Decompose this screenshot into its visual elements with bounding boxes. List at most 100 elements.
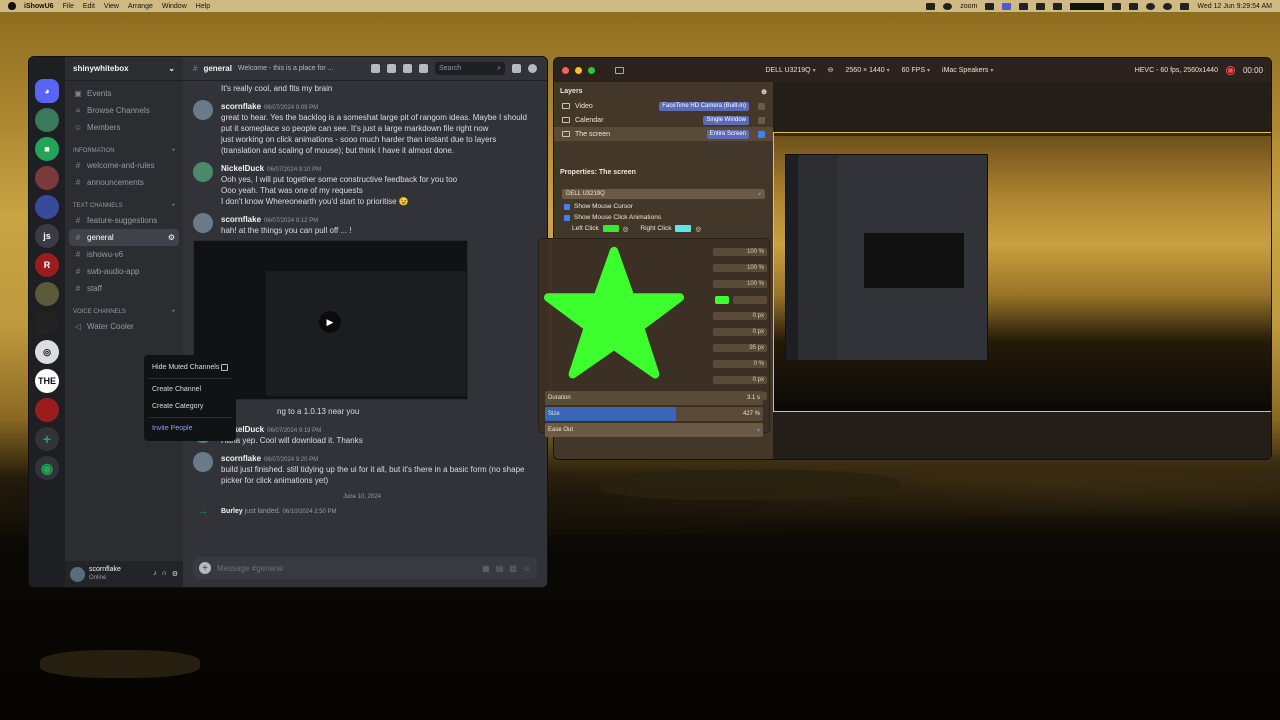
inbox-icon[interactable] <box>512 64 521 73</box>
channel-swb-audio-app[interactable]: # swb-audio-app <box>65 263 183 280</box>
members-link[interactable]: ☺ Members <box>65 119 183 136</box>
display-dropdown[interactable]: DELL U3219Q <box>765 67 815 74</box>
channel-topic[interactable]: Welcome - this is a place for ... <box>238 65 334 72</box>
color-chip[interactable] <box>715 296 729 304</box>
category-voice-channels[interactable]: VOICE CHANNELS + <box>65 297 183 318</box>
control-center-icon[interactable] <box>1180 2 1190 10</box>
shape-icon[interactable]: ◎ <box>623 225 629 233</box>
server-the[interactable]: THE <box>35 369 59 393</box>
audio-dropdown[interactable]: iMac Speakers <box>942 67 993 74</box>
add-server-icon[interactable]: + <box>35 427 59 451</box>
server-icon[interactable] <box>35 398 59 422</box>
server-icon[interactable] <box>35 195 59 219</box>
gear-icon[interactable]: ⚙ <box>172 570 178 578</box>
server-icon[interactable] <box>35 282 59 306</box>
menu-window[interactable]: Window <box>162 3 187 10</box>
add-icon[interactable]: + <box>171 148 175 154</box>
layer-row[interactable]: The screen Entire Screen <box>554 127 773 141</box>
menu-edit[interactable]: Edit <box>83 3 95 10</box>
bell-icon[interactable] <box>387 64 396 73</box>
show-click-option[interactable]: Show Mouse Click Animations <box>554 212 773 223</box>
add-layer-icon[interactable]: ⊕ <box>761 88 767 96</box>
join-user[interactable]: Burley <box>221 508 243 515</box>
channel-water-cooler[interactable]: ◁ Water Cooler <box>65 318 183 335</box>
microphone-icon[interactable]: ♪ <box>153 570 157 578</box>
channel-welcome[interactable]: # welcome-and-rules <box>65 157 183 174</box>
create-category-item[interactable]: Create Category <box>148 398 232 415</box>
checkbox-icon[interactable] <box>564 203 570 210</box>
param-field[interactable]: 100 % <box>713 264 767 272</box>
screen-capture-preview[interactable] <box>773 132 1271 412</box>
menu-app-name[interactable]: iShowU6 <box>24 3 54 10</box>
attach-icon[interactable]: + <box>199 562 211 574</box>
layer-visibility-checkbox[interactable] <box>758 102 765 110</box>
record-button[interactable] <box>1225 65 1235 75</box>
pin-icon[interactable] <box>403 64 412 73</box>
close-button[interactable] <box>562 66 569 74</box>
category-information[interactable]: INFORMATION + <box>65 136 183 157</box>
avatar[interactable] <box>193 162 213 182</box>
dropbox-icon[interactable] <box>1019 2 1029 10</box>
headphones-icon[interactable]: ∩ <box>162 570 167 578</box>
avatar[interactable] <box>193 100 213 120</box>
param-field[interactable] <box>733 296 767 304</box>
param-field[interactable]: 100 % <box>713 280 767 288</box>
message-author[interactable]: scornflake <box>221 454 261 463</box>
channel-staff[interactable]: # staff <box>65 280 183 297</box>
param-field[interactable]: 0 px <box>713 312 767 320</box>
shape-icon[interactable]: ◎ <box>695 225 701 233</box>
avatar[interactable] <box>193 213 213 233</box>
param-field[interactable]: 95 px <box>713 344 767 352</box>
fps-dropdown[interactable]: 60 FPS <box>902 67 930 74</box>
menu-file[interactable]: File <box>63 3 74 10</box>
channel-ishowu-v6[interactable]: # ishowu-v6 <box>65 246 183 263</box>
network-icon[interactable] <box>1112 2 1122 10</box>
invite-people-item[interactable]: Invite People <box>148 420 232 437</box>
menu-arrange[interactable]: Arrange <box>128 3 153 10</box>
create-channel-item[interactable]: Create Channel <box>148 381 232 398</box>
category-text-channels[interactable]: TEXT CHANNELS + <box>65 191 183 212</box>
layer-row[interactable]: Calendar Single Window <box>554 113 773 127</box>
message-composer[interactable]: + Message #general ▦ ▤ ▧ ☺ <box>193 557 537 579</box>
right-click-color-swatch[interactable] <box>675 225 692 232</box>
minus-circle-icon[interactable]: ⊖ <box>828 66 834 74</box>
server-icon[interactable]: ◎ <box>35 340 59 364</box>
checkbox-icon[interactable] <box>564 214 570 221</box>
screen-status-icon[interactable] <box>1002 2 1012 10</box>
layer-source-dropdown[interactable]: Entire Screen <box>706 129 749 139</box>
server-icon[interactable]: R <box>35 253 59 277</box>
browse-channels-link[interactable]: ≡ Browse Channels <box>65 102 183 119</box>
minimize-button[interactable] <box>575 66 582 74</box>
display-select[interactable]: DELL U3219Q ▾ <box>562 189 765 199</box>
resolution-dropdown[interactable]: 2560 × 1440 <box>846 67 890 74</box>
layer-source-dropdown[interactable]: FaceTime HD Camera (Built-in) <box>659 101 749 111</box>
add-icon[interactable]: + <box>171 203 175 209</box>
events-link[interactable]: ▣ Events <box>65 85 183 102</box>
sidebar-toggle-icon[interactable] <box>615 66 624 74</box>
param-field[interactable]: 0 % <box>713 360 767 368</box>
play-icon[interactable]: ▶ <box>319 311 341 333</box>
ishowu-status-icon[interactable] <box>926 2 936 10</box>
search-input[interactable]: Search ⌕ <box>435 62 505 75</box>
size-slider[interactable]: Size 427 % <box>545 407 763 421</box>
layer-row[interactable]: Video FaceTime HD Camera (Built-in) <box>554 99 773 113</box>
server-icon[interactable] <box>35 311 59 335</box>
emoji-icon[interactable]: ☺ <box>523 564 531 573</box>
channel-general[interactable]: # general ⚙ <box>69 229 179 246</box>
channel-announcements[interactable]: # announcements <box>65 174 183 191</box>
star-shape-icon[interactable] <box>544 244 684 384</box>
add-icon[interactable]: + <box>171 309 175 315</box>
channel-feature-suggestions[interactable]: # feature-suggestions <box>65 212 183 229</box>
avatar[interactable] <box>193 452 213 472</box>
server-js[interactable]: js <box>35 224 59 248</box>
server-icon[interactable] <box>35 166 59 190</box>
message-author[interactable]: scornflake <box>221 102 261 111</box>
help-icon[interactable] <box>528 64 537 73</box>
menu-view[interactable]: View <box>104 3 119 10</box>
message-author[interactable]: NickelDuck <box>221 164 264 173</box>
discord-home-icon[interactable]: ◕ <box>35 79 59 103</box>
gift-icon[interactable]: ▦ <box>482 564 490 573</box>
hide-muted-channels-item[interactable]: Hide Muted Channels <box>148 359 232 376</box>
left-click-color-swatch[interactable] <box>602 225 619 232</box>
avatar[interactable] <box>70 566 85 582</box>
